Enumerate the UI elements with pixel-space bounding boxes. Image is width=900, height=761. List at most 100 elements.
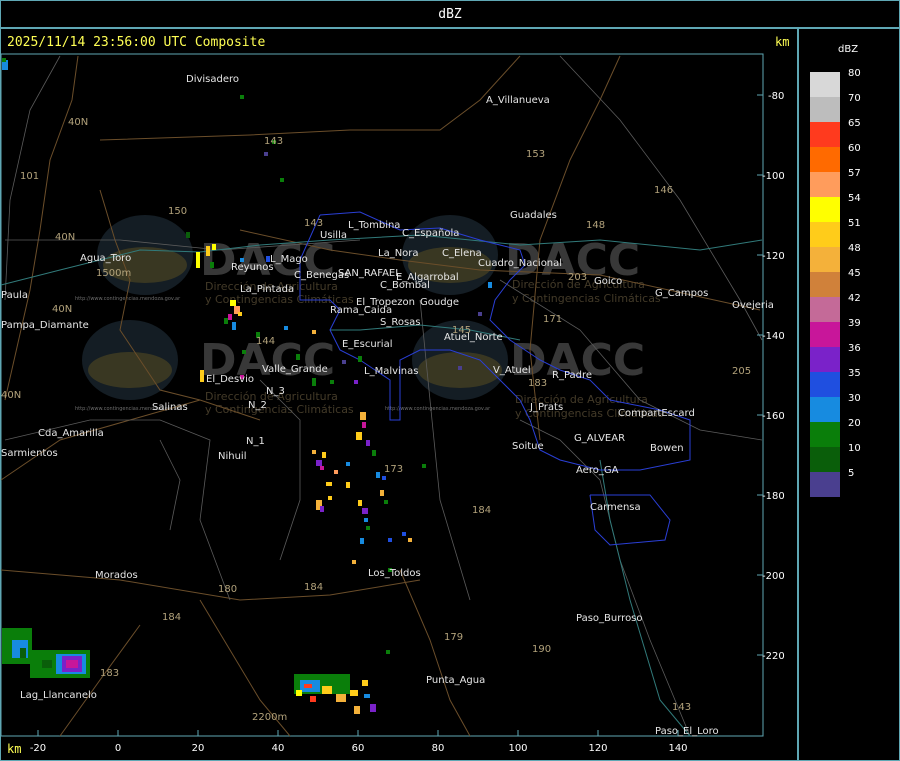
place-label: Cuadro_Nacional — [478, 258, 562, 269]
place-label: C_Bombal — [380, 280, 430, 291]
place-label: Goico — [594, 276, 622, 287]
place-label: Soitue — [512, 441, 544, 452]
place-label: Paso_Burroso — [576, 613, 643, 624]
place-label: La_Pintada — [240, 284, 294, 295]
place-label: Cda_Amarilla — [38, 428, 104, 439]
y-tick-label: -200 — [762, 571, 785, 582]
place-label: SAN_RAFAEL — [338, 268, 401, 279]
legend-level-label: 20 — [848, 418, 861, 429]
legend-title: dBZ — [838, 44, 859, 55]
route-label: 143 — [672, 702, 691, 713]
legend-swatch — [810, 447, 840, 472]
route-label: 101 — [20, 171, 39, 182]
place-label: Bowen — [650, 443, 684, 454]
place-label: Los_Toldos — [368, 568, 421, 579]
y-tick-label: -160 — [762, 411, 785, 422]
place-label: G_ALVEAR — [574, 433, 625, 444]
legend-level-label: 57 — [848, 168, 861, 179]
radar-map[interactable]: DACC Dirección de Agricultura y Continge… — [0, 0, 798, 761]
legend-level-label: 36 — [848, 343, 861, 354]
place-label: Agua_Toro — [80, 253, 131, 264]
legend-level-label: 30 — [848, 393, 861, 404]
route-label: 143 — [304, 218, 323, 229]
legend-level-label: 42 — [848, 293, 861, 304]
km-unit-label: km — [775, 35, 790, 49]
legend-level-label: 65 — [848, 118, 861, 129]
legend-swatch — [810, 422, 840, 447]
place-label: Goudge — [420, 297, 459, 308]
legend-swatch — [810, 347, 840, 372]
legend-swatch — [810, 172, 840, 197]
y-tick-label: -180 — [762, 491, 785, 502]
elevation-label: 2200m — [252, 712, 287, 723]
legend-swatch — [810, 397, 840, 422]
place-label: Punta_Agua — [426, 675, 485, 686]
place-label: Reyunos — [231, 262, 274, 273]
route-label: 145 — [452, 325, 471, 336]
route-label: 179 — [444, 632, 463, 643]
route-label: 148 — [586, 220, 605, 231]
place-label: L_Malvinas — [364, 366, 418, 377]
legend-level-label: 48 — [848, 243, 861, 254]
place-label: Morados — [95, 570, 138, 581]
y-axis-labels: -80 -100 -120 -140 -160 -180 -200 -220 — [762, 91, 785, 662]
place-label: N_1 — [246, 436, 265, 447]
x-tick-label: 120 — [588, 743, 607, 754]
route-label: 184 — [304, 582, 323, 593]
place-label: El_Desvio — [206, 374, 254, 385]
legend-level-label: 51 — [848, 218, 861, 229]
place-label: Divisadero — [186, 74, 239, 85]
route-label: 183 — [528, 378, 547, 389]
place-label: La_Nora — [378, 248, 419, 259]
legend-swatch — [810, 372, 840, 397]
place-label: Usilla — [320, 230, 347, 241]
route-label: 183 — [100, 668, 119, 679]
place-label: El_Tropezon — [356, 297, 415, 308]
place-label: V_Atuel — [493, 365, 531, 376]
x-tick-label: 80 — [432, 743, 445, 754]
km-unit-label: km — [7, 742, 22, 756]
place-label: Paso_El_Loro — [655, 726, 719, 737]
x-tick-label: 100 — [508, 743, 527, 754]
x-tick-label: -20 — [30, 743, 46, 754]
place-label: J_Prats — [529, 402, 563, 413]
place-label: E_Escurial — [342, 339, 392, 350]
legend-swatch — [810, 222, 840, 247]
place-label: Guadales — [510, 210, 557, 221]
route-label: 184 — [472, 505, 491, 516]
route-label: 190 — [532, 644, 551, 655]
legend-swatch — [810, 272, 840, 297]
place-label: CompartEscard — [618, 408, 695, 419]
place-label: L_Tombina — [348, 220, 400, 231]
legend-level-label: 70 — [848, 93, 861, 104]
place-label: Salinas — [152, 402, 188, 413]
y-tick-label: -80 — [768, 91, 784, 102]
timestamp-label: 2025/11/14 23:56:00 UTC Composite — [7, 35, 266, 50]
legend-level-label: 54 — [848, 193, 861, 204]
place-label: Aero_GA — [576, 465, 619, 476]
route-label: 143 — [264, 136, 283, 147]
route-label: 144 — [256, 336, 275, 347]
x-tick-label: 140 — [668, 743, 687, 754]
x-tick-label: 60 — [352, 743, 365, 754]
legend-swatch — [810, 247, 840, 272]
place-label: G_Campos — [655, 288, 708, 299]
legend-swatch — [810, 97, 840, 122]
watermark-url-1: http://www.contingencias.mendoza.gov.ar — [75, 296, 181, 302]
place-label: Pampa_Diamante — [1, 320, 89, 331]
legend-swatch — [810, 72, 840, 97]
place-label: Sarmientos — [1, 448, 58, 459]
legend-level-label: 60 — [848, 143, 861, 154]
watermark-group: DACC Dirección de Agricultura y Continge… — [75, 215, 664, 420]
legend-swatch — [810, 122, 840, 147]
y-tick-label: -120 — [762, 251, 785, 262]
place-label: R_Padre — [552, 370, 592, 381]
x-tick-label: 20 — [192, 743, 205, 754]
x-tick-label: 0 — [115, 743, 121, 754]
elevation-label: 1500m — [96, 268, 131, 279]
y-tick-label: -220 — [762, 651, 785, 662]
place-label: Paula — [1, 290, 28, 301]
route-label: 205 — [732, 366, 751, 377]
legend-swatch — [810, 297, 840, 322]
legend-swatch — [810, 147, 840, 172]
